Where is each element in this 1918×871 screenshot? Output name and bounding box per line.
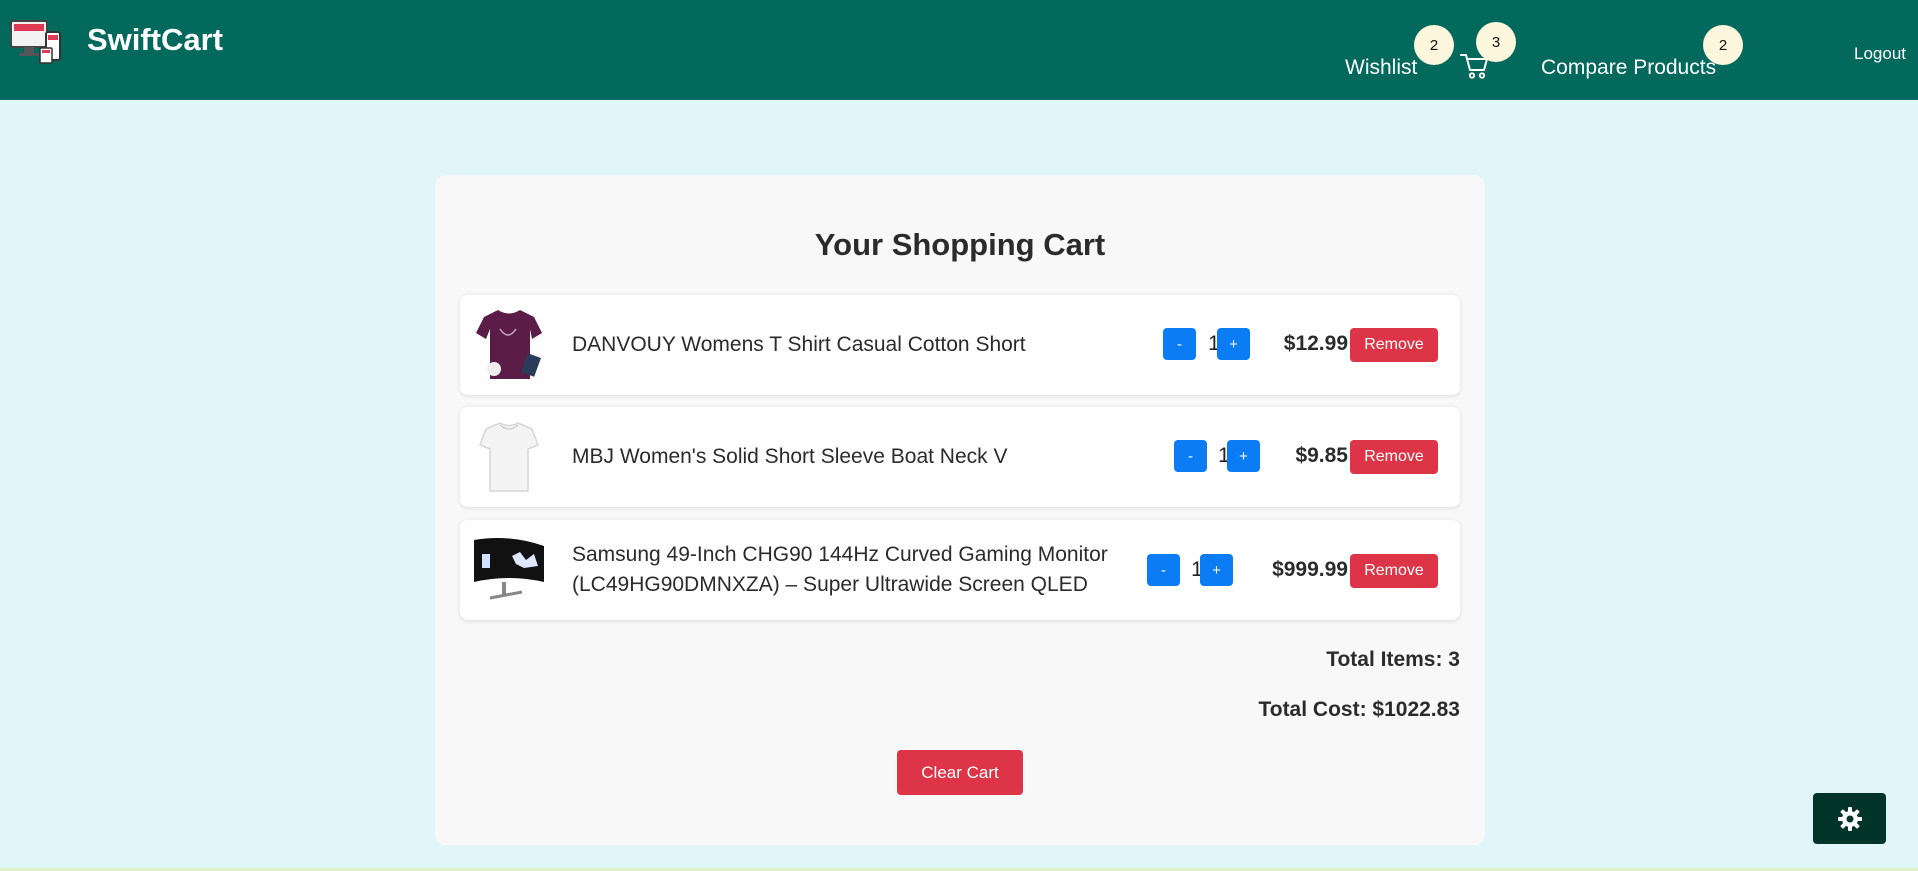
product-price: $999.99 [1272,558,1348,581]
decrease-quantity-button[interactable]: - [1147,554,1180,586]
product-image [472,532,546,608]
total-cost: Total Cost: $1022.83 [1258,698,1460,721]
increase-quantity-button[interactable]: + [1217,328,1250,360]
product-image [472,419,546,495]
total-items: Total Items: 3 [1326,648,1460,671]
settings-button[interactable] [1813,793,1886,844]
cart-item-row: MBJ Women's Solid Short Sleeve Boat Neck… [460,407,1460,507]
product-name-line-1[interactable]: Samsung 49-Inch CHG90 144Hz Curved Gamin… [572,540,1108,570]
brand-name[interactable]: SwiftCart [87,22,223,58]
remove-item-button[interactable]: Remove [1350,440,1438,474]
product-price: $12.99 [1283,332,1348,355]
compare-count-badge: 2 [1703,25,1743,65]
product-price: $9.85 [1295,444,1348,467]
decrease-quantity-button[interactable]: - [1163,328,1196,360]
remove-item-button[interactable]: Remove [1350,328,1438,362]
wishlist-count-badge: 2 [1414,25,1454,65]
product-name[interactable]: MBJ Women's Solid Short Sleeve Boat Neck… [572,442,1007,472]
brand-logo-icon[interactable] [10,18,62,64]
cart-panel: Your Shopping Cart DANVOUY Womens T Shir… [435,175,1485,845]
product-image [472,307,546,383]
remove-item-button[interactable]: Remove [1350,554,1438,588]
increase-quantity-button[interactable]: + [1200,554,1233,586]
page-title: Your Shopping Cart [814,227,1106,262]
decrease-quantity-button[interactable]: - [1174,440,1207,472]
top-navbar: SwiftCart Wishlist 2 3 Compare Products … [0,0,1918,100]
increase-quantity-button[interactable]: + [1227,440,1260,472]
compare-products-link[interactable]: Compare Products [1541,56,1716,80]
cart-item-row: Samsung 49-Inch CHG90 144Hz Curved Gamin… [460,520,1460,620]
logout-link[interactable]: Logout [1854,44,1906,64]
gear-icon [1837,806,1862,831]
product-name[interactable]: DANVOUY Womens T Shirt Casual Cotton Sho… [572,330,1026,360]
wishlist-link[interactable]: Wishlist [1345,56,1417,80]
cart-item-row: DANVOUY Womens T Shirt Casual Cotton Sho… [460,295,1460,395]
clear-cart-button[interactable]: Clear Cart [897,750,1023,795]
cart-count-badge: 3 [1476,22,1516,62]
product-name-line-2[interactable]: (LC49HG90DMNXZA) – Super Ultrawide Scree… [572,570,1088,600]
